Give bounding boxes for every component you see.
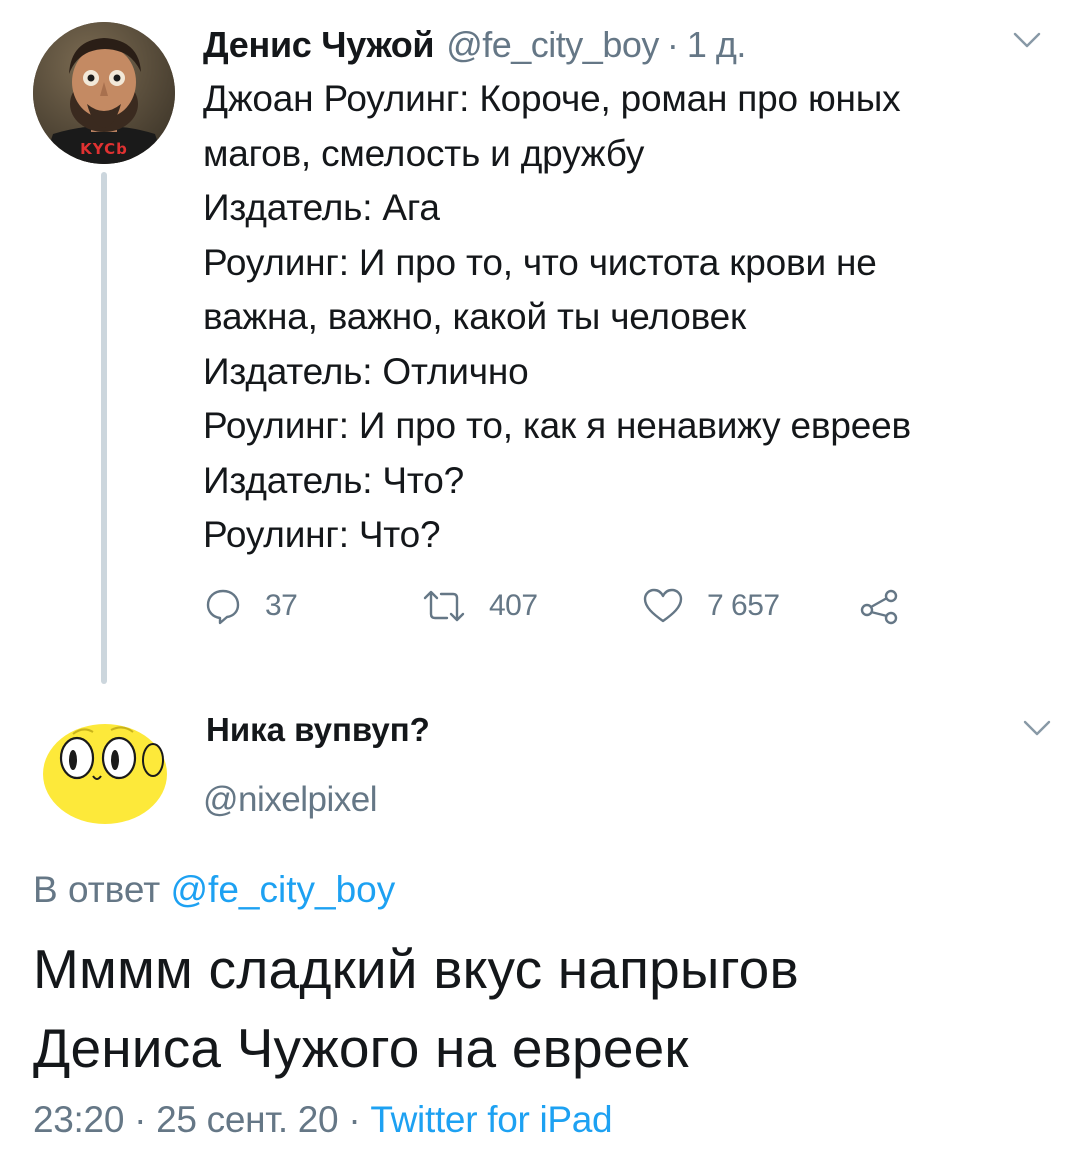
reply-button[interactable]: 37 xyxy=(203,578,298,634)
reply-text: Мммм сладкий вкус напрыгов Дениса Чужого… xyxy=(33,930,799,1088)
tweet-text-line: Издатель: Что? xyxy=(203,459,464,501)
like-button[interactable]: 7 657 xyxy=(641,578,780,634)
source-link[interactable]: Twitter for iPad xyxy=(370,1099,612,1140)
tweet-text-line: Издатель: Ага xyxy=(203,187,440,228)
author-handle[interactable]: @fe_city_boy xyxy=(446,20,659,70)
tweet-time[interactable]: 1 д. xyxy=(687,20,747,70)
retweet-button[interactable]: 407 xyxy=(421,578,538,634)
chevron-down-icon[interactable] xyxy=(1022,718,1052,738)
tweet-text-line: Издатель: Отлично xyxy=(203,350,529,392)
thread-connector-line xyxy=(101,172,107,684)
reply-author-avatar[interactable] xyxy=(33,700,175,842)
chevron-down-icon[interactable] xyxy=(1012,30,1042,50)
reply-text-line: Дениса Чужого на евреек xyxy=(33,1017,689,1079)
tweet-text: Джоан Роулинг: Короче, роман про юных ма… xyxy=(203,72,1063,563)
tweet-header: Денис Чужой @fe_city_boy · 1 д. xyxy=(203,20,746,70)
like-count: 7 657 xyxy=(707,589,780,622)
retweet-icon xyxy=(423,590,465,622)
reply-text-line: Мммм сладкий вкус напрыгов xyxy=(33,938,799,1000)
reply-context: В ответ @fe_city_boy xyxy=(33,864,395,916)
tweet-text-line: важна, важно, какой ты человек xyxy=(203,296,747,337)
tweet-text-line: магов, смелость и дружбу xyxy=(203,132,645,174)
like-icon xyxy=(643,588,683,623)
tweet-text-line: Джоан Роулинг: Короче, роман про юных xyxy=(203,78,901,119)
yellow-face-avatar-icon xyxy=(33,700,175,842)
share-button[interactable] xyxy=(859,578,901,634)
tweet-text-line: Роулинг: Что? xyxy=(203,514,441,555)
header-separator: · xyxy=(666,24,679,65)
share-icon xyxy=(860,589,898,625)
meta-separator: · xyxy=(134,1099,147,1140)
retweet-count: 407 xyxy=(489,589,538,622)
reply-author-name[interactable]: Ника вупвуп? xyxy=(206,708,430,752)
reply-metadata: 23:20 · 25 сент. 20 · Twitter for iPad xyxy=(33,1094,613,1146)
avatar-shirt-text: KYCb xyxy=(80,140,128,158)
reply-time: 23:20 xyxy=(33,1099,125,1140)
reply-to-mention-link[interactable]: @fe_city_boy xyxy=(171,869,396,910)
author-avatar[interactable]: KYCb xyxy=(33,22,175,164)
tweet-actions: 37 407 7 657 xyxy=(203,578,923,634)
reply-author-handle[interactable]: @nixelpixel xyxy=(203,776,378,824)
reply-to-prefix: В ответ xyxy=(33,869,161,910)
tweet-text-line: Роулинг: И про то, как я ненавижу евреев xyxy=(203,405,911,446)
meta-separator: · xyxy=(348,1099,361,1140)
reply-count: 37 xyxy=(265,589,298,622)
reply-icon xyxy=(206,589,240,625)
reply-date: 25 сент. 20 xyxy=(156,1099,339,1140)
author-name[interactable]: Денис Чужой xyxy=(203,20,435,70)
tweet-text-line: Роулинг: И про то, что чистота крови не xyxy=(203,241,877,283)
